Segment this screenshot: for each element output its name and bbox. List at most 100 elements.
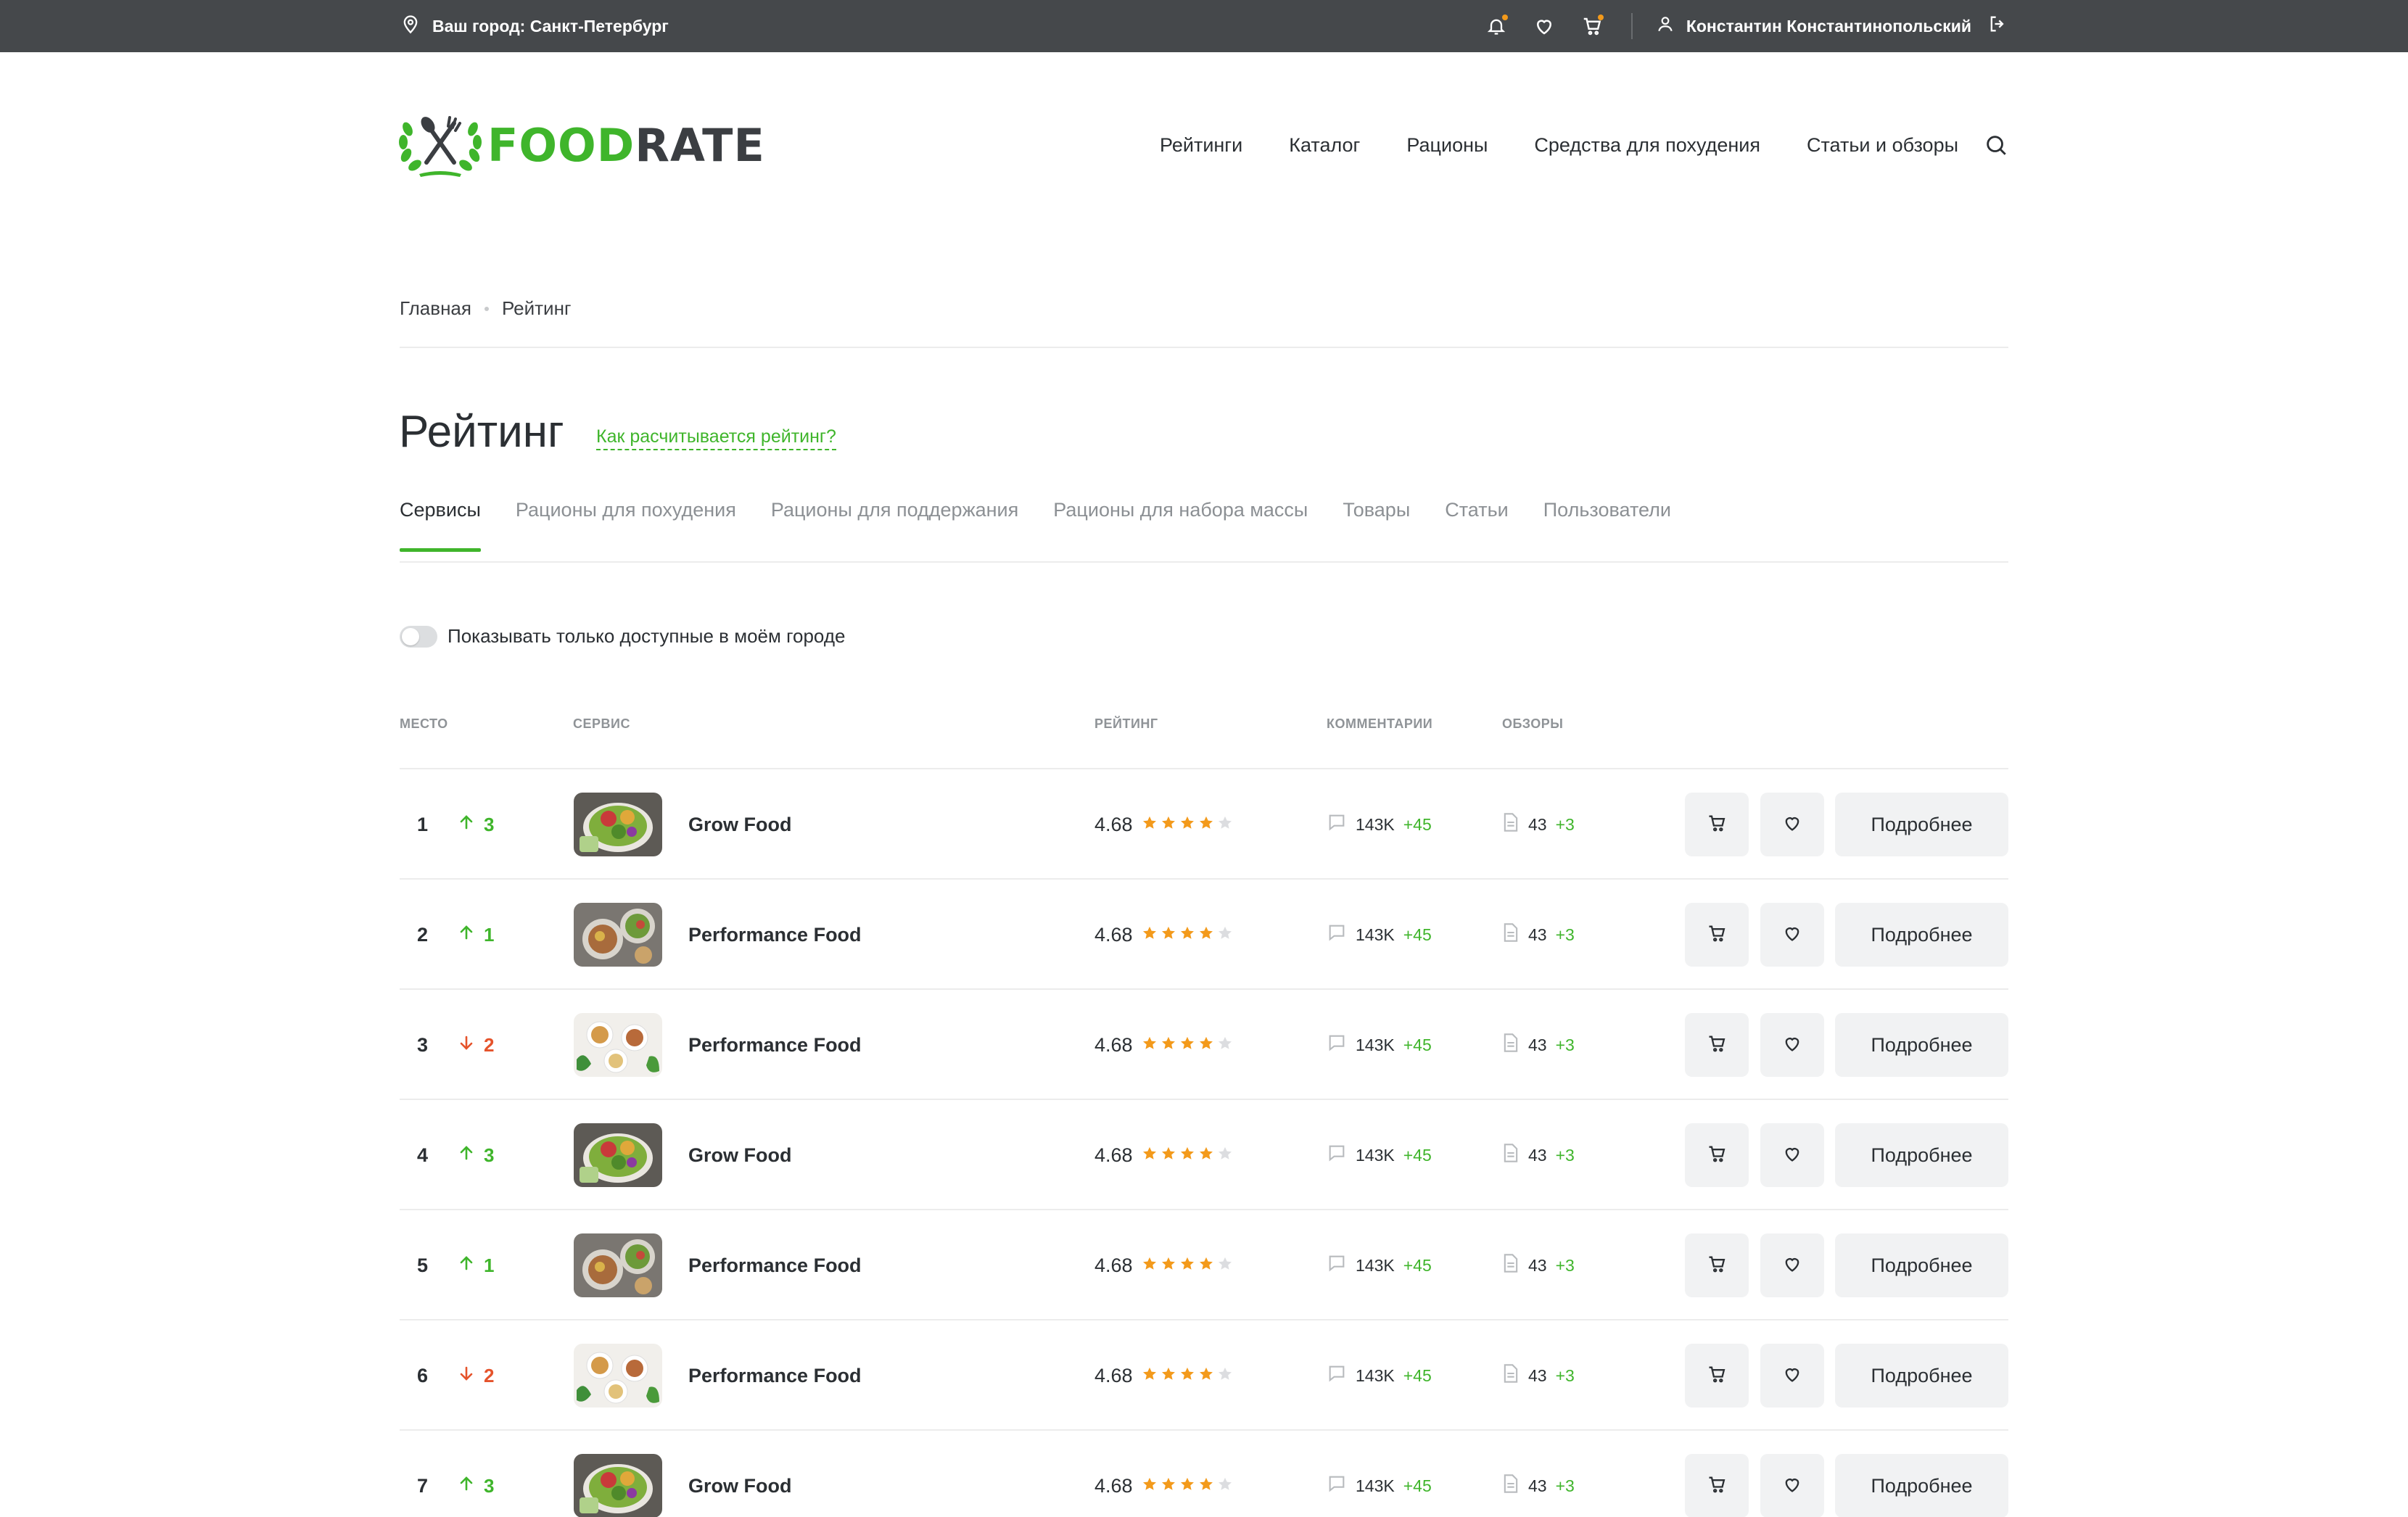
add-to-cart-button[interactable] xyxy=(1685,1344,1749,1408)
service-name[interactable]: Performance Food xyxy=(688,880,862,990)
cart-icon xyxy=(1707,923,1727,947)
reviews-delta: +3 xyxy=(1555,925,1575,944)
star-icon xyxy=(1160,924,1176,946)
tab-users[interactable]: Пользователи xyxy=(1543,499,1671,552)
star-icon xyxy=(1160,1365,1176,1387)
comments-value: 143K xyxy=(1356,1145,1395,1165)
reviews-value: 43 xyxy=(1528,1365,1547,1385)
reviews-value: 43 xyxy=(1528,925,1547,944)
details-button[interactable]: Подробнее xyxy=(1835,1454,2008,1517)
cart-dot xyxy=(1597,15,1604,20)
column-header-place: МЕСТО xyxy=(400,716,448,731)
user-menu[interactable]: Константин Константинопольский xyxy=(1656,14,2008,38)
details-button[interactable]: Подробнее xyxy=(1835,1344,2008,1408)
service-name[interactable]: Grow Food xyxy=(688,1431,791,1517)
tab-products[interactable]: Товары xyxy=(1343,499,1410,552)
nav-item-catalog[interactable]: Каталог xyxy=(1289,134,1360,157)
service-name[interactable]: Grow Food xyxy=(688,1100,791,1210)
add-to-favorites-button[interactable] xyxy=(1760,1013,1824,1077)
table-row[interactable]: 7 3 Grow Food 4.68 143K +45 43 +3 Подробнее xyxy=(400,1431,2008,1517)
add-to-cart-button[interactable] xyxy=(1685,903,1749,967)
add-to-favorites-button[interactable] xyxy=(1760,793,1824,856)
add-to-favorites-button[interactable] xyxy=(1760,1344,1824,1408)
top-bar: Ваш город: Санкт-Петербург Константин Ко… xyxy=(0,0,2408,52)
place-change-value: 3 xyxy=(484,1144,495,1166)
add-to-favorites-button[interactable] xyxy=(1760,1123,1824,1187)
rating: 4.68 xyxy=(1094,769,1233,880)
service-name[interactable]: Performance Food xyxy=(688,990,862,1100)
star-icon xyxy=(1217,924,1233,946)
table-row[interactable]: 5 1 Performance Food 4.68 143K +45 43 +3 Подробн… xyxy=(400,1210,2008,1320)
tab-mass-gain-diets[interactable]: Рационы для набора массы xyxy=(1053,499,1308,552)
star-icon xyxy=(1198,1254,1214,1277)
star-icon xyxy=(1160,1144,1176,1167)
rating-explanation-link[interactable]: Как расчитывается рейтинг? xyxy=(596,426,836,450)
service-thumbnail[interactable] xyxy=(574,793,662,856)
favorites-heart-icon[interactable] xyxy=(1531,13,1557,39)
table-row[interactable]: 4 3 Grow Food 4.68 143K +45 43 +3 Подробнее xyxy=(400,1100,2008,1210)
service-thumbnail[interactable] xyxy=(574,903,662,967)
nav-item-ratings[interactable]: Рейтинги xyxy=(1160,134,1242,157)
details-button[interactable]: Подробнее xyxy=(1835,1123,2008,1187)
arrow-up-icon xyxy=(458,813,475,837)
details-button[interactable]: Подробнее xyxy=(1835,793,2008,856)
reviews-delta: +3 xyxy=(1555,1476,1575,1495)
nav-item-weight-loss[interactable]: Средства для похудения xyxy=(1534,134,1760,157)
add-to-cart-button[interactable] xyxy=(1685,1233,1749,1297)
service-name[interactable]: Performance Food xyxy=(688,1210,862,1320)
place-change-value: 3 xyxy=(484,813,495,835)
comments-delta: +45 xyxy=(1403,814,1432,834)
tab-services[interactable]: Сервисы xyxy=(400,499,481,552)
details-button[interactable]: Подробнее xyxy=(1835,903,2008,967)
place-change-value: 3 xyxy=(484,1474,495,1497)
table-row[interactable]: 3 2 Performance Food 4.68 143K +45 43 +3 Подробн… xyxy=(400,990,2008,1100)
reviews-count: 43 +3 xyxy=(1502,1320,1575,1431)
table-row[interactable]: 1 3 Grow Food 4.68 143K +45 43 +3 Подробнее xyxy=(400,769,2008,880)
service-thumbnail[interactable] xyxy=(574,1233,662,1297)
reviews-delta: +3 xyxy=(1555,1365,1575,1385)
cart-icon xyxy=(1707,1033,1727,1057)
logout-icon[interactable] xyxy=(1987,14,2008,38)
cart-icon[interactable] xyxy=(1579,13,1605,39)
service-thumbnail[interactable] xyxy=(574,1454,662,1517)
details-button[interactable]: Подробнее xyxy=(1835,1013,2008,1077)
place-change: 3 xyxy=(458,769,494,880)
tab-articles[interactable]: Статьи xyxy=(1445,499,1509,552)
star-icon xyxy=(1217,1365,1233,1387)
add-to-cart-button[interactable] xyxy=(1685,1123,1749,1187)
breadcrumb-home[interactable]: Главная xyxy=(400,297,471,320)
cart-icon xyxy=(1707,1474,1727,1498)
rating-value: 4.68 xyxy=(1094,923,1133,946)
add-to-favorites-button[interactable] xyxy=(1760,903,1824,967)
rating-stars xyxy=(1142,1365,1233,1387)
star-icon xyxy=(1198,1034,1214,1057)
add-to-cart-button[interactable] xyxy=(1685,1454,1749,1517)
notifications-bell-icon[interactable] xyxy=(1483,13,1509,39)
table-row[interactable]: 6 2 Performance Food 4.68 143K +45 43 +3 Подробн… xyxy=(400,1320,2008,1431)
city-filter-toggle[interactable] xyxy=(400,625,437,648)
nav-item-diets[interactable]: Рационы xyxy=(1406,134,1488,157)
add-to-favorites-button[interactable] xyxy=(1760,1233,1824,1297)
place-number: 7 xyxy=(417,1475,429,1497)
nav-item-articles[interactable]: Статьи и обзоры xyxy=(1807,134,1958,157)
table-row[interactable]: 2 1 Performance Food 4.68 143K +45 43 +3 Подробн… xyxy=(400,880,2008,990)
add-to-cart-button[interactable] xyxy=(1685,1013,1749,1077)
details-button[interactable]: Подробнее xyxy=(1835,1233,2008,1297)
service-name[interactable]: Grow Food xyxy=(688,769,791,880)
breadcrumb: Главная Рейтинг xyxy=(400,297,571,320)
service-name[interactable]: Performance Food xyxy=(688,1320,862,1431)
service-thumbnail[interactable] xyxy=(574,1344,662,1408)
comments-count: 143K +45 xyxy=(1327,1320,1432,1431)
tab-weight-loss-diets[interactable]: Рационы для похудения xyxy=(516,499,736,552)
add-to-favorites-button[interactable] xyxy=(1760,1454,1824,1517)
logo[interactable]: FOODRATE xyxy=(397,109,765,181)
tab-maintenance-diets[interactable]: Рационы для поддержания xyxy=(771,499,1018,552)
rating-stars xyxy=(1142,1034,1233,1057)
search-icon[interactable] xyxy=(1982,131,2011,160)
star-icon xyxy=(1179,814,1195,836)
add-to-cart-button[interactable] xyxy=(1685,793,1749,856)
column-header-reviews: ОБЗОРЫ xyxy=(1502,716,1564,731)
service-thumbnail[interactable] xyxy=(574,1123,662,1187)
service-thumbnail[interactable] xyxy=(574,1013,662,1077)
city-selector[interactable]: Ваш город: Санкт-Петербург xyxy=(400,0,669,52)
